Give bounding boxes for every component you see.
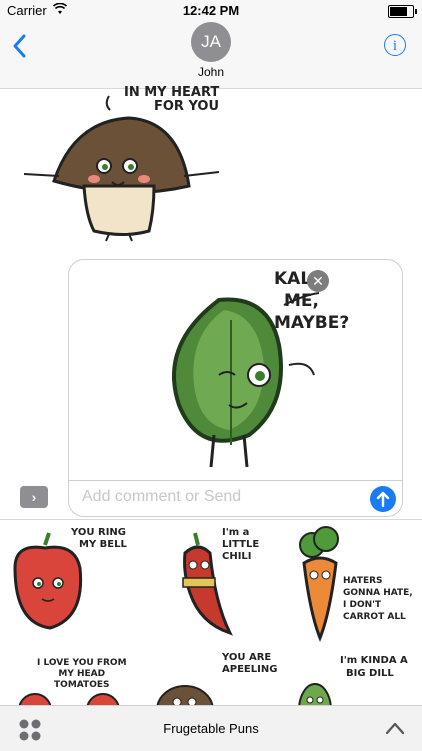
mushroom-sticker[interactable]: IN MY HEART FOR YOU [14, 86, 224, 246]
kale-sticker: KALE ME, MAYBE? [119, 265, 349, 475]
back-chevron-icon[interactable] [12, 34, 32, 58]
pickle-caption-line1: I'm KINDA A [340, 655, 408, 666]
bell-pepper-caption-line1: YOU RING [71, 527, 126, 538]
sticker-drawer: YOU RING MY BELL I'm a LITTLE CHILI HATE… [0, 519, 422, 706]
contact-avatar[interactable]: JA [191, 22, 231, 62]
app-drawer-bar: Frugetable Puns [0, 705, 422, 751]
sticker-tomatoes[interactable]: I LOVE YOU FROM MY HEAD TOMATOES [5, 652, 140, 706]
sticker-potato[interactable]: YOU ARE APEELING [150, 652, 280, 706]
battery-icon [388, 5, 417, 18]
compose-field[interactable]: KALE ME, MAYBE? ✕ Add comment or Send [68, 259, 403, 517]
potato-caption-line2: APEELING [222, 664, 278, 675]
mushroom-caption-line1: IN MY HEART [124, 85, 220, 100]
chevron-up-icon[interactable] [384, 718, 406, 738]
mushroom-caption-line2: FOR YOU [154, 99, 220, 114]
remove-sticker-button[interactable]: ✕ [307, 270, 329, 292]
carrot-caption-line3: I DON'T [343, 600, 382, 610]
send-button[interactable] [370, 486, 396, 512]
tomatoes-caption-line3: TOMATOES [54, 680, 110, 690]
contact-name[interactable]: John [0, 65, 422, 79]
bell-pepper-caption-line2: MY BELL [79, 539, 127, 550]
chili-illustration [182, 532, 233, 636]
battery-nub [415, 9, 417, 14]
comment-input[interactable]: Add comment or Send [82, 488, 241, 506]
sticker-pack-title: Frugetable Puns [163, 721, 259, 736]
info-icon[interactable]: i [384, 34, 406, 56]
sticker-pickle[interactable]: I'm KINDA A BIG DILL [290, 652, 420, 706]
sticker-bell-pepper[interactable]: YOU RING MY BELL [5, 523, 140, 648]
kale-caption-line3: MAYBE? [274, 313, 350, 333]
battery-level [390, 7, 407, 16]
sticker-chili[interactable]: I'm a LITTLE CHILI [150, 523, 280, 648]
status-bar: Carrier 12:42 PM [0, 0, 422, 22]
potato-caption-line1: YOU ARE [222, 652, 272, 663]
chili-caption-line1: I'm a [222, 527, 250, 538]
conversation-header: JA John i [0, 22, 422, 89]
carrot-caption-line2: GONNA HATE, [343, 588, 413, 598]
kale-caption-line2: ME, [284, 291, 319, 311]
tomatoes-caption-line2: MY HEAD [58, 669, 106, 679]
chili-caption-line2: LITTLE [222, 539, 260, 550]
compose-divider [69, 480, 402, 481]
clock: 12:42 PM [182, 3, 240, 18]
send-arrow-icon [376, 491, 390, 508]
pickle-caption-line2: BIG DILL [346, 668, 394, 679]
carrot-caption-line4: CARROT ALL [343, 612, 406, 622]
carrot-caption-line1: HATERS [343, 576, 383, 586]
sticker-carrot[interactable]: HATERS GONNA HATE, I DON'T CARROT ALL [290, 523, 420, 648]
expand-toolbar-button[interactable]: › [20, 486, 48, 508]
tomatoes-caption-line1: I LOVE YOU FROM [37, 658, 127, 668]
chili-caption-line3: CHILI [222, 551, 252, 562]
